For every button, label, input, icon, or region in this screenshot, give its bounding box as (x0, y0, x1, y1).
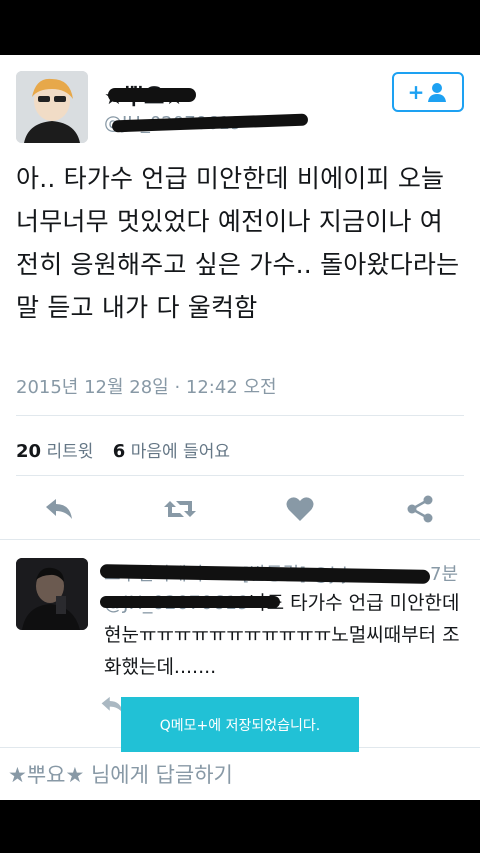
follow-button[interactable]: + (392, 72, 464, 112)
retweet-icon[interactable] (162, 494, 198, 524)
tweet-actions (0, 488, 480, 528)
retweets-label[interactable]: 리트윗 (46, 442, 93, 462)
reply-author-avatar[interactable] (16, 558, 88, 630)
follow-plus-label: + (407, 80, 425, 104)
reply-icon[interactable] (42, 494, 78, 524)
likes-count[interactable]: 6 (113, 441, 126, 462)
reply-compose-box[interactable]: ★뿌요★ 님에게 답글하기 (0, 747, 480, 800)
toast-notification: Q메모+에 저장되었습니다. (121, 697, 359, 752)
share-icon[interactable] (402, 494, 438, 524)
status-bar (0, 0, 480, 55)
retweets-count[interactable]: 20 (16, 441, 41, 462)
tweet-text: 아.. 타가수 언급 미안한데 비에이피 오늘 너무너무 멋있었다 예전이나 지… (16, 164, 460, 322)
tweet-detail-screen: ★뿌요★ @JH_02070619 + 아.. 타가수 언급 미안한데 비에이피… (0, 55, 480, 800)
reply-time: 7분 (430, 564, 459, 585)
reply-compose-placeholder[interactable]: ★뿌요★ 님에게 답글하기 (8, 759, 233, 789)
heart-icon[interactable] (282, 494, 318, 524)
redaction-scribble (108, 88, 196, 102)
person-icon (428, 83, 447, 102)
tweet-timestamp: 2015년 12월 28일 · 12:42 오전 (16, 377, 277, 398)
likes-label[interactable]: 마음에 들어요 (131, 442, 230, 462)
navigation-bar (0, 800, 480, 853)
divider (0, 539, 480, 540)
divider (16, 475, 464, 476)
redaction-scribble (100, 596, 280, 608)
tweet-stats: 20 리트윗 6 마음에 들어요 (16, 437, 244, 462)
divider (16, 415, 464, 416)
author-avatar[interactable] (16, 71, 88, 143)
